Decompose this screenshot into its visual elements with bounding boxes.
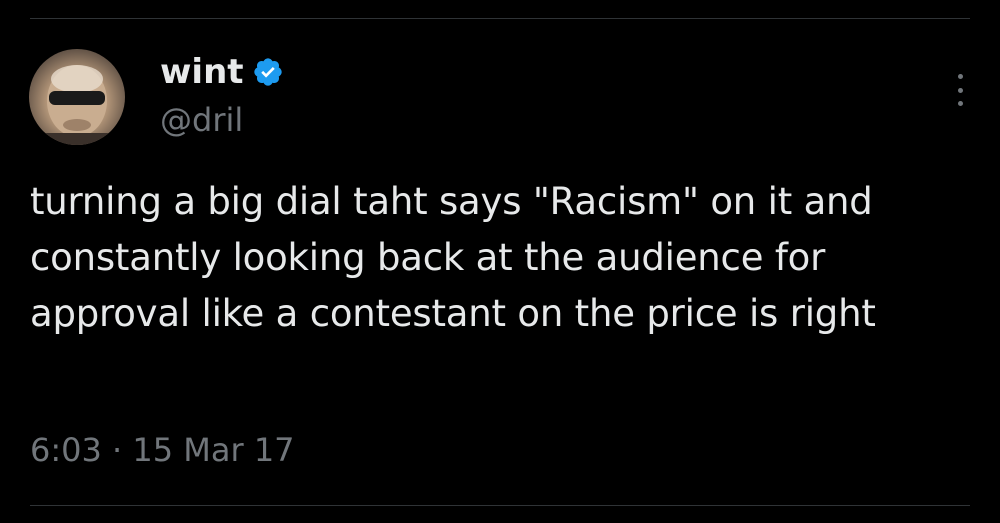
timestamp-separator: ·	[112, 431, 123, 469]
avatar-icon	[29, 65, 125, 145]
tweet-timestamp[interactable]: 6:03 · 15 Mar 17	[30, 430, 295, 470]
more-dot	[957, 87, 963, 93]
avatar[interactable]	[29, 49, 125, 145]
tweet-date: 15 Mar 17	[132, 431, 295, 469]
more-dot	[957, 101, 963, 106]
author-display-name[interactable]: wint	[160, 52, 244, 92]
top-divider	[30, 18, 970, 19]
verified-badge-icon	[252, 56, 284, 88]
tweet-text: turning a big dial taht says "Racism" on…	[30, 180, 876, 335]
author-handle[interactable]: @dril	[160, 100, 243, 140]
bottom-divider	[30, 505, 970, 506]
more-dot	[957, 74, 963, 79]
author-name-row[interactable]: wint	[160, 52, 284, 92]
more-options-icon[interactable]	[948, 74, 972, 106]
tweet-time: 6:03	[30, 431, 102, 469]
